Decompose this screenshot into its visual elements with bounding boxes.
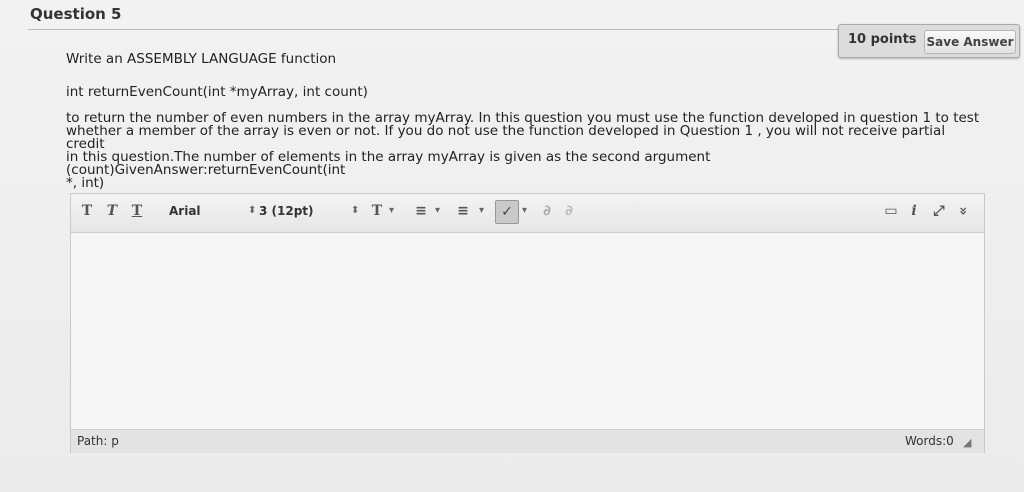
- resize-handle-icon[interactable]: ◢: [963, 436, 971, 449]
- unlink-icon[interactable]: ∂: [561, 200, 577, 222]
- question-signature: int returnEvenCount(int *myArray, int co…: [66, 84, 368, 100]
- bold-icon[interactable]: T: [79, 200, 95, 222]
- word-count: Words:0: [905, 434, 954, 448]
- title-divider: [28, 29, 843, 30]
- path-label: Path: p: [77, 434, 119, 448]
- bullet-list-caret-icon[interactable]: ▾: [435, 200, 440, 222]
- collapse-toolbar-icon[interactable]: »: [952, 203, 974, 219]
- page: Question 5 10 points Save Answer Write a…: [0, 0, 1024, 492]
- spellcheck-icon[interactable]: ✓: [495, 200, 519, 224]
- question-title: Question 5: [30, 5, 122, 23]
- question-body-line: in this question.The number of elements …: [66, 149, 711, 178]
- font-family-caret-icon[interactable]: ⬍: [248, 200, 256, 222]
- answer-editor: T T T Arial ⬍ 3 (12pt) ⬍ T ▾ ≡ ▾ ≡ ▾ ✓ ▾…: [70, 193, 985, 453]
- italic-icon[interactable]: T: [104, 200, 120, 222]
- text-color-icon[interactable]: T: [369, 200, 385, 222]
- question-line-1: Write an ASSEMBLY LANGUAGE function: [66, 51, 337, 67]
- editor-statusbar: Path: p Words:0 ◢: [71, 429, 984, 453]
- numbered-list-icon[interactable]: ≡: [455, 200, 471, 222]
- question-body-line: whether a member of the array is even or…: [66, 123, 946, 152]
- preview-icon[interactable]: ▭: [883, 200, 899, 222]
- font-family-select[interactable]: Arial: [169, 200, 249, 222]
- editor-toolbar: T T T Arial ⬍ 3 (12pt) ⬍ T ▾ ≡ ▾ ≡ ▾ ✓ ▾…: [71, 194, 984, 233]
- font-size-select[interactable]: 3 (12pt): [259, 200, 339, 222]
- editor-content-area[interactable]: [71, 233, 984, 429]
- fullscreen-icon[interactable]: ⤢: [931, 200, 947, 222]
- points-box: 10 points Save Answer: [838, 24, 1020, 58]
- info-icon[interactable]: i: [907, 200, 921, 222]
- save-answer-button[interactable]: Save Answer: [924, 30, 1016, 54]
- underline-icon[interactable]: T: [129, 200, 145, 222]
- link-icon[interactable]: ∂: [539, 200, 555, 222]
- text-color-caret-icon[interactable]: ▾: [389, 200, 394, 222]
- question-body-line: *, int): [66, 175, 105, 191]
- bullet-list-icon[interactable]: ≡: [413, 200, 429, 222]
- question-body: to return the number of even numbers in …: [66, 111, 981, 191]
- points-label: 10 points: [848, 32, 917, 47]
- spellcheck-caret-icon[interactable]: ▾: [522, 200, 527, 222]
- font-size-caret-icon[interactable]: ⬍: [351, 200, 359, 222]
- numbered-list-caret-icon[interactable]: ▾: [479, 200, 484, 222]
